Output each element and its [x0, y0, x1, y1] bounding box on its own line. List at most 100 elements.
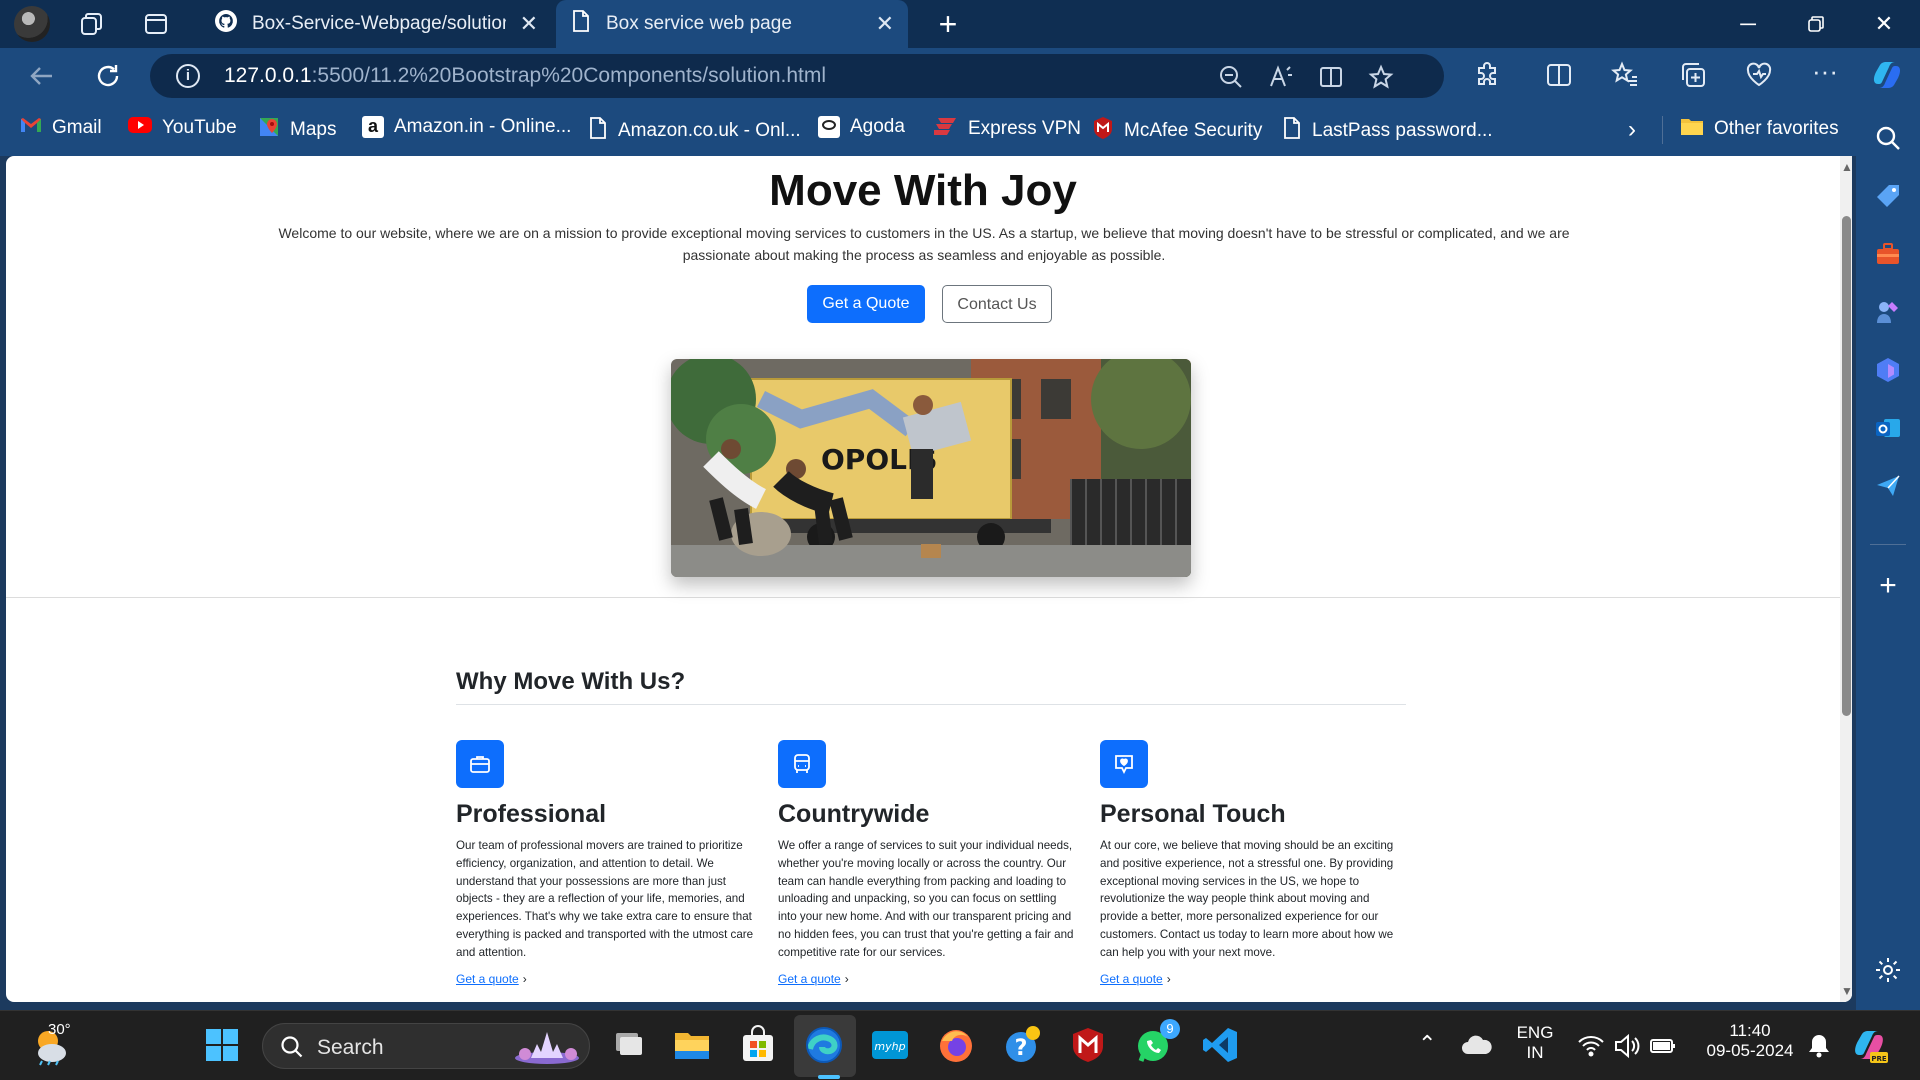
notification-bell-icon[interactable] — [1804, 1031, 1834, 1061]
close-tab-icon[interactable]: ✕ — [520, 11, 538, 37]
address-toolbar: i 127.0.0.1:5500/11.2%20Bootstrap%20Comp… — [0, 48, 1920, 104]
chevron-right-icon: › — [844, 971, 849, 986]
wifi-icon[interactable] — [1576, 1031, 1606, 1061]
myhp-icon[interactable]: myhp — [870, 1025, 910, 1065]
favorite-express-vpn[interactable]: Express VPN — [932, 116, 1081, 142]
split-screen-icon[interactable] — [1544, 60, 1574, 90]
firefox-icon[interactable] — [936, 1025, 976, 1065]
profile-avatar[interactable] — [14, 6, 50, 42]
whatsapp-icon[interactable]: 9 — [1134, 1019, 1180, 1065]
close-tab-icon[interactable]: ✕ — [876, 11, 894, 37]
outlook-icon[interactable] — [1874, 414, 1902, 442]
file-explorer-icon[interactable] — [672, 1025, 712, 1065]
favorite-gmail[interactable]: Gmail — [20, 116, 102, 140]
send-icon[interactable] — [1874, 472, 1902, 500]
page-scrollbar[interactable]: ▲ ▼ — [1840, 156, 1852, 1002]
games-icon[interactable] — [1874, 298, 1902, 326]
vscode-icon[interactable] — [1200, 1025, 1240, 1065]
favorite-youtube[interactable]: YouTube — [128, 116, 237, 140]
amazon-icon: a — [362, 116, 384, 138]
truck-icon — [778, 740, 826, 788]
feature-get-quote-link[interactable]: Get a quote — [1100, 972, 1163, 986]
feature-title: Professional — [456, 800, 607, 828]
features-divider — [456, 704, 1406, 705]
refresh-icon[interactable] — [92, 60, 124, 92]
feature-get-quote-link[interactable]: Get a quote — [456, 972, 519, 986]
feature-text: Our team of professional movers are trai… — [456, 839, 754, 959]
zoom-out-icon[interactable] — [1218, 64, 1244, 90]
whatsapp-badge: 9 — [1160, 1019, 1180, 1039]
scroll-up-arrow-icon[interactable]: ▲ — [1841, 160, 1852, 174]
weather-temperature: 30° — [48, 1021, 71, 1038]
feature-get-quote-link[interactable]: Get a quote — [778, 972, 841, 986]
extensions-icon[interactable] — [1472, 60, 1502, 90]
favorite-agoda[interactable]: Agoda — [818, 116, 905, 138]
expressvpn-icon — [932, 116, 958, 142]
favorite-amazon-uk[interactable]: Amazon.co.uk - Onl... — [588, 116, 801, 146]
close-window-button[interactable]: ✕ — [1862, 8, 1906, 40]
taskbar-search-box[interactable]: Search — [262, 1023, 590, 1069]
collections-icon[interactable] — [1678, 60, 1708, 90]
microsoft-store-icon[interactable] — [738, 1025, 778, 1065]
sidebar-divider — [1870, 544, 1906, 545]
svg-text:?: ? — [1015, 1036, 1028, 1061]
show-hidden-icons-chevron-icon[interactable]: ⌃ — [1418, 1031, 1436, 1057]
search-icon — [279, 1034, 305, 1065]
search-icon[interactable] — [1874, 124, 1902, 152]
url-text[interactable]: 127.0.0.1:5500/11.2%20Bootstrap%20Compon… — [224, 64, 826, 88]
favorite-maps[interactable]: Maps — [258, 116, 336, 144]
workspaces-icon[interactable] — [78, 10, 106, 38]
page-icon — [1282, 116, 1302, 146]
copilot-hexagon-icon[interactable] — [1874, 356, 1902, 384]
read-aloud-icon[interactable] — [1268, 64, 1294, 90]
settings-gear-icon[interactable] — [1874, 956, 1902, 984]
windows-start-icon[interactable] — [202, 1025, 242, 1065]
favorite-lastpass[interactable]: LastPass password... — [1282, 116, 1493, 146]
favorite-mcafee[interactable]: McAfee Security — [1092, 116, 1262, 146]
add-sidebar-app-icon[interactable]: + — [1874, 571, 1902, 601]
onedrive-cloud-icon[interactable] — [1460, 1029, 1494, 1063]
hero-lead-text: Welcome to our website, where we are on … — [278, 225, 1570, 263]
task-view-icon[interactable] — [608, 1025, 648, 1065]
back-arrow-icon[interactable] — [26, 60, 58, 92]
browser-essentials-icon[interactable] — [1744, 60, 1774, 90]
edge-browser-icon[interactable] — [804, 1025, 844, 1065]
favorite-amazon-in[interactable]: a Amazon.in - Online... — [362, 116, 571, 138]
more-favorites-chevron-icon[interactable]: › — [1628, 116, 1636, 144]
mcafee-taskbar-icon[interactable] — [1068, 1025, 1108, 1065]
more-menu-icon[interactable]: ··· — [1810, 58, 1840, 90]
tab-github[interactable]: Box-Service-Webpage/solution.h ✕ — [200, 0, 552, 48]
battery-icon[interactable] — [1648, 1031, 1678, 1061]
svg-text:myhp: myhp — [874, 1040, 905, 1053]
scrollbar-thumb[interactable] — [1842, 216, 1851, 716]
shopping-tag-icon[interactable] — [1874, 182, 1902, 210]
search-highlight-icon — [511, 1028, 583, 1071]
site-info-icon[interactable]: i — [176, 64, 200, 88]
address-bar[interactable]: i 127.0.0.1:5500/11.2%20Bootstrap%20Comp… — [150, 54, 1444, 98]
edge-sidebar: + — [1856, 104, 1920, 1010]
language-indicator[interactable]: ENG IN — [1510, 1023, 1560, 1063]
tab-box-service[interactable]: Box service web page ✕ — [556, 0, 908, 48]
favorite-star-icon[interactable] — [1368, 64, 1394, 90]
get-a-quote-button[interactable]: Get a Quote — [807, 285, 925, 323]
immersive-reader-icon[interactable] — [1318, 64, 1344, 90]
other-favorites[interactable]: Other favorites — [1680, 116, 1839, 142]
volume-icon[interactable] — [1612, 1031, 1642, 1061]
contact-us-button[interactable]: Contact Us — [942, 285, 1052, 323]
copilot-icon[interactable] — [1870, 60, 1901, 90]
get-help-icon[interactable]: ? — [1002, 1025, 1042, 1065]
tools-briefcase-icon[interactable] — [1874, 240, 1902, 268]
new-tab-button[interactable]: + — [932, 8, 964, 40]
youtube-icon — [128, 116, 152, 140]
tab-title: Box-Service-Webpage/solution.h — [252, 13, 506, 34]
feature-title: Countrywide — [778, 800, 930, 828]
minimize-button[interactable]: ─ — [1726, 8, 1770, 40]
clock[interactable]: 11:40 09-05-2024 — [1690, 1021, 1810, 1061]
agoda-icon — [818, 116, 840, 138]
scroll-down-arrow-icon[interactable]: ▼ — [1841, 984, 1852, 998]
copilot-preview-icon[interactable]: PRE — [1850, 1027, 1888, 1065]
vertical-tabs-icon[interactable] — [142, 10, 170, 38]
restore-button[interactable] — [1794, 8, 1838, 40]
favorites-icon[interactable] — [1610, 60, 1640, 90]
feature-title: Personal Touch — [1100, 800, 1286, 828]
